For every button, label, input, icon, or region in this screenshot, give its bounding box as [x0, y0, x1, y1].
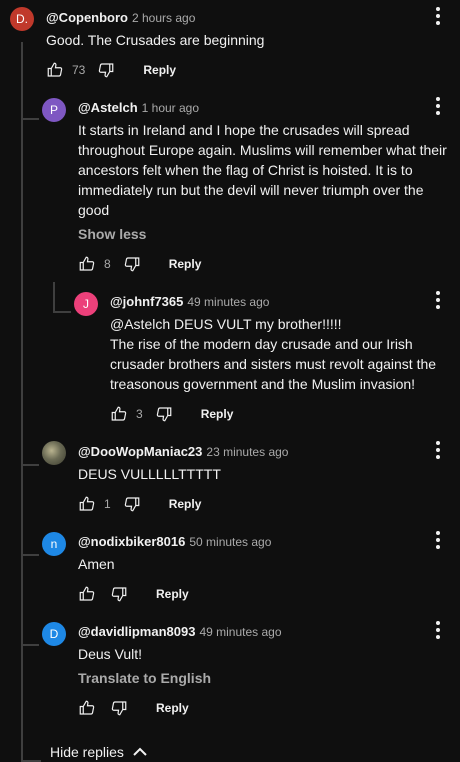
like-icon[interactable] [76, 583, 98, 605]
comment-line: crusader brothers and sisters must revol… [110, 356, 437, 372]
more-options-icon[interactable] [428, 618, 448, 642]
reply-button[interactable]: Reply [169, 497, 202, 511]
author-name[interactable]: @DooWopManiac23 [78, 444, 202, 459]
comment-header: @davidlipman8093 49 minutes ago [78, 624, 282, 639]
hide-replies-button[interactable]: Hide replies [50, 744, 148, 760]
timestamp[interactable]: 2 hours ago [132, 11, 195, 25]
like-icon[interactable] [76, 493, 98, 515]
timestamp[interactable]: 1 hour ago [142, 101, 199, 115]
more-options-icon[interactable] [428, 528, 448, 552]
thread-line-main [21, 42, 23, 762]
dislike-icon[interactable] [108, 697, 130, 719]
comment-actions: 73 Reply [44, 58, 176, 82]
comment-line: @Astelch DEUS VULT my brother!!!!! [110, 316, 342, 332]
like-icon[interactable] [76, 697, 98, 719]
more-options-icon[interactable] [428, 288, 448, 312]
comment-header: @nodixbiker8016 50 minutes ago [78, 534, 271, 549]
comment-line: ancestors felt when the flag of Christ i… [78, 162, 413, 178]
dislike-icon[interactable] [121, 493, 143, 515]
more-options-icon[interactable] [428, 438, 448, 462]
comment-header: @Astelch 1 hour ago [78, 100, 199, 115]
comment-text: @Astelch DEUS VULT my brother!!!!! The r… [110, 314, 436, 394]
avatar[interactable]: D. [10, 7, 34, 31]
like-icon[interactable] [44, 59, 66, 81]
comment-text: DEUS VULLLLLTTTTT [78, 464, 221, 484]
show-less-button[interactable]: Show less [78, 226, 146, 242]
author-name[interactable]: @Astelch [78, 100, 138, 115]
avatar[interactable]: J [74, 292, 98, 316]
like-count: 73 [72, 63, 86, 77]
avatar[interactable]: n [42, 532, 66, 556]
reply-button[interactable]: Reply [156, 701, 189, 715]
comment-actions: 1 Reply [76, 492, 201, 516]
comment-line: It starts in Ireland and I hope the crus… [78, 122, 410, 138]
thread-line-nested-hook [53, 311, 71, 313]
thread-line-nested [53, 282, 55, 312]
comment-line: The rise of the modern day crusade and o… [110, 336, 413, 352]
reply-button[interactable]: Reply [201, 407, 234, 421]
avatar[interactable] [42, 441, 66, 465]
dislike-icon[interactable] [108, 583, 130, 605]
comment-text: It starts in Ireland and I hope the crus… [78, 120, 447, 220]
timestamp[interactable]: 23 minutes ago [206, 445, 288, 459]
thread-line-branch-3 [23, 554, 39, 556]
hide-replies-label: Hide replies [50, 744, 124, 760]
comment-text: Good. The Crusades are beginning [46, 30, 264, 50]
comment-line: good [78, 202, 110, 218]
like-count: 8 [104, 257, 111, 271]
timestamp[interactable]: 49 minutes ago [199, 625, 281, 639]
like-icon[interactable] [76, 253, 98, 275]
comment-actions: 8 Reply [76, 252, 201, 276]
like-icon[interactable] [108, 403, 130, 425]
author-name[interactable]: @johnf7365 [110, 294, 183, 309]
comment-line: DEUS VULLLLLTTTTT [78, 466, 221, 482]
comment-text: Deus Vult! [78, 644, 142, 664]
author-name[interactable]: @Copenboro [46, 10, 128, 25]
author-name[interactable]: @davidlipman8093 [78, 624, 195, 639]
timestamp[interactable]: 49 minutes ago [187, 295, 269, 309]
comment-line: throughout Europe again. Muslims will re… [78, 142, 447, 158]
thread-line-branch-2 [23, 464, 39, 466]
more-options-icon[interactable] [428, 94, 448, 118]
reply-button[interactable]: Reply [156, 587, 189, 601]
comment-line: Deus Vult! [78, 646, 143, 662]
thread-line-branch-1 [23, 118, 39, 120]
comment-line: treasonous government and the Muslim inv… [110, 376, 416, 392]
comment-actions: Reply [76, 582, 189, 606]
comment-line: immediately run but the devil will never… [78, 182, 424, 198]
avatar[interactable]: D [42, 622, 66, 646]
translate-button[interactable]: Translate to English [78, 670, 211, 686]
comment-actions: Reply [76, 696, 189, 720]
dislike-icon[interactable] [95, 59, 117, 81]
author-name[interactable]: @nodixbiker8016 [78, 534, 185, 549]
avatar[interactable]: P [42, 98, 66, 122]
comment-text: Amen [78, 554, 115, 574]
comment-header: @johnf7365 49 minutes ago [110, 294, 269, 309]
comment-header: @DooWopManiac23 23 minutes ago [78, 444, 288, 459]
reply-button[interactable]: Reply [169, 257, 202, 271]
more-options-icon[interactable] [428, 4, 448, 28]
like-count: 1 [104, 497, 111, 511]
comment-line: Good. The Crusades are beginning [46, 32, 265, 48]
comment-header: @Copenboro 2 hours ago [46, 10, 195, 25]
like-count: 3 [136, 407, 143, 421]
comment-actions: 3 Reply [108, 402, 233, 426]
dislike-icon[interactable] [153, 403, 175, 425]
chevron-up-icon [132, 744, 148, 760]
reply-button[interactable]: Reply [143, 63, 176, 77]
dislike-icon[interactable] [121, 253, 143, 275]
comment-line: Amen [78, 556, 115, 572]
thread-line-branch-4 [23, 644, 39, 646]
timestamp[interactable]: 50 minutes ago [189, 535, 271, 549]
